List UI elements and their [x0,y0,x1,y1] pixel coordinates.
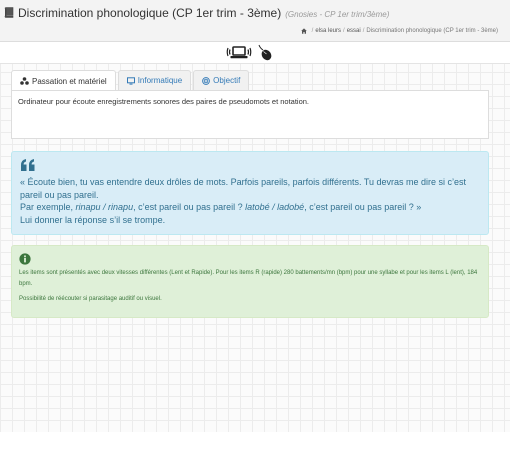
home-icon[interactable] [300,28,307,34]
breadcrumb-item-user[interactable]: elsa leurs [315,28,341,34]
quote-line-2-prefix: Par exemple, [20,202,76,212]
target-icon [202,76,211,85]
info-paragraph-1: Les items sont présentés avec deux vites… [19,270,478,287]
tab-label: Passation et matériel [32,76,107,86]
mouse-icon [258,44,272,61]
info-icon [19,253,31,265]
title-row: Discrimination phonologique (CP 1er trim… [4,6,389,20]
toolbar [0,42,510,64]
tab-panel: Ordinateur pour écoute enregistrements s… [11,90,489,139]
tab-label: Informatique [137,76,183,85]
page-header: Discrimination phonologique (CP 1er trim… [0,0,510,42]
tab-objectif[interactable]: Objectif [193,70,250,90]
quote-line-3: Lui donner la réponse s’il se trompe. [20,214,166,225]
info-box: Les items sont présentés avec deux vites… [11,245,489,318]
breadcrumb-separator: / [343,28,345,34]
laptop-sound-icon [226,46,252,59]
monitor-icon [126,76,135,85]
tab-informatique[interactable]: Informatique [117,70,192,90]
book-icon [4,7,14,18]
tab-label: Objectif [213,76,241,85]
quote-line-2-middle: , c’est pareil ou pas pareil ? [133,202,246,212]
quote-example-2: latobé / ladobé [245,202,305,212]
quote-line-1: « Écoute bien, tu vas entendre deux drôl… [20,177,467,200]
page-title: Discrimination phonologique (CP 1er trim… [18,6,282,20]
footer-area [0,432,510,470]
quote-line-2: Par exemple, rinapu / rinapu, c’est pare… [20,201,480,214]
instruction-quote: « Écoute bien, tu vas entendre deux drôl… [11,151,489,235]
breadcrumb-separator: / [362,28,365,34]
info-paragraph-2: Possibilité de réécouter si parasitage a… [19,296,162,302]
breadcrumb-item-essai[interactable]: essai [347,28,361,34]
tab-content-text: Ordinateur pour écoute enregistrements s… [18,97,310,106]
tab-bar: Passation et matériel Informatique Objec… [11,70,251,91]
quote-line-2-suffix: , c’est pareil ou pas pareil ? » [304,202,422,212]
page-subtitle: (Gnosies - CP 1er trim/3ème) [285,10,390,19]
breadcrumb: / elsa leurs / essai / Discrimination ph… [300,28,498,34]
quote-icon [21,159,35,171]
quote-example-1: rinapu / rinapu [75,202,134,212]
tab-passation-materiel[interactable]: Passation et matériel [11,70,116,91]
breadcrumb-separator: / [311,28,314,34]
breadcrumb-item-current: Discrimination phonologique (CP 1er trim… [366,28,498,34]
materials-icon [20,77,29,85]
